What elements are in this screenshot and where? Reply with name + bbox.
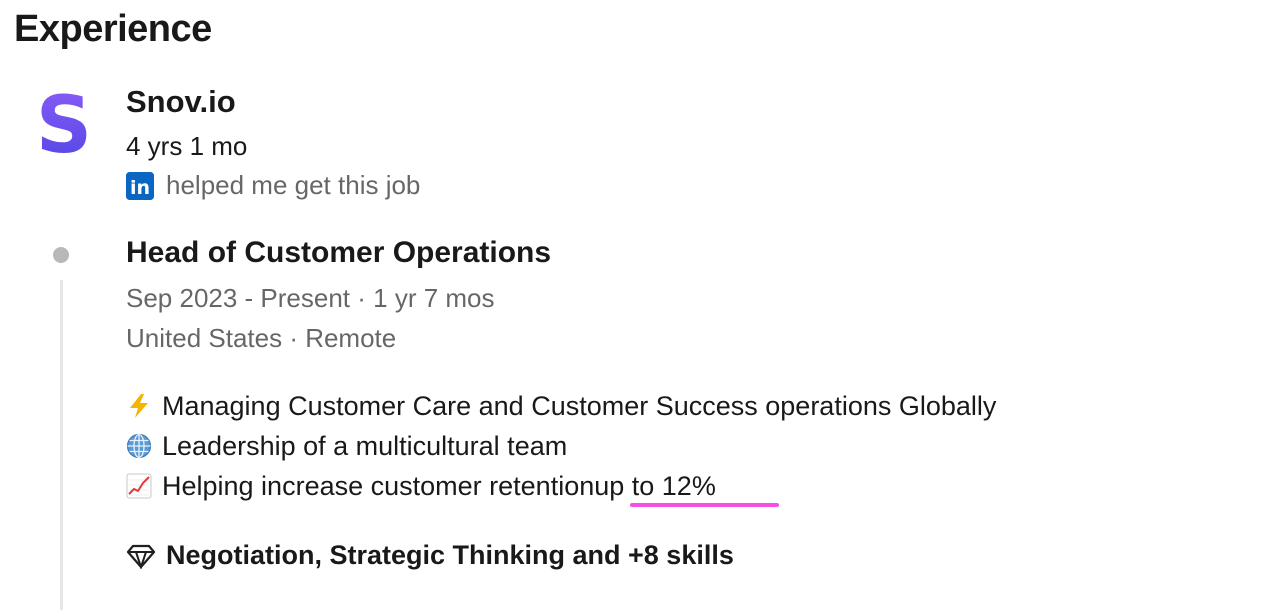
helped-text: helped me get this job xyxy=(166,170,421,200)
position-dates: Sep 2023 - Present · 1 yr 7 mos xyxy=(126,283,495,313)
timeline-line xyxy=(60,280,63,610)
chart-increasing-icon xyxy=(126,473,152,499)
linkedin-icon: in xyxy=(126,171,154,200)
timeline-dot xyxy=(53,247,69,263)
company-name[interactable]: Snov.io xyxy=(126,84,236,120)
description-text: Managing Customer Care and Customer Succ… xyxy=(162,390,997,421)
highlighted-text: up to 12% xyxy=(594,470,716,501)
skills-row[interactable]: Negotiation, Strategic Thinking and +8 s… xyxy=(126,540,734,571)
experience-section: Experience S Snov.io 4 yrs 1 mo in helpe… xyxy=(0,0,1270,610)
globe-icon xyxy=(126,433,152,459)
description-line: Managing Customer Care and Customer Succ… xyxy=(126,386,996,426)
helped-get-job-row: in helped me get this job xyxy=(126,170,420,201)
position-title: Head of Customer Operations xyxy=(126,236,552,269)
description-line: Helping increase customer retention up t… xyxy=(126,466,996,506)
logo-letter: S xyxy=(40,86,88,162)
company-logo[interactable]: S xyxy=(36,81,92,171)
skills-text: Negotiation, Strategic Thinking and +8 s… xyxy=(166,540,734,570)
diamond-icon xyxy=(126,543,156,570)
position-location: United States · Remote xyxy=(126,323,397,353)
description-text: Helping increase customer retention xyxy=(162,470,595,501)
highlight-underline xyxy=(630,503,779,507)
company-duration: 4 yrs 1 mo xyxy=(126,131,248,161)
description-line: Leadership of a multicultural team xyxy=(126,426,996,466)
section-title: Experience xyxy=(14,8,212,50)
lightning-icon xyxy=(126,393,152,419)
svg-text:in: in xyxy=(130,177,150,199)
position-description: Managing Customer Care and Customer Succ… xyxy=(126,386,996,506)
description-text: Leadership of a multicultural team xyxy=(162,430,568,461)
